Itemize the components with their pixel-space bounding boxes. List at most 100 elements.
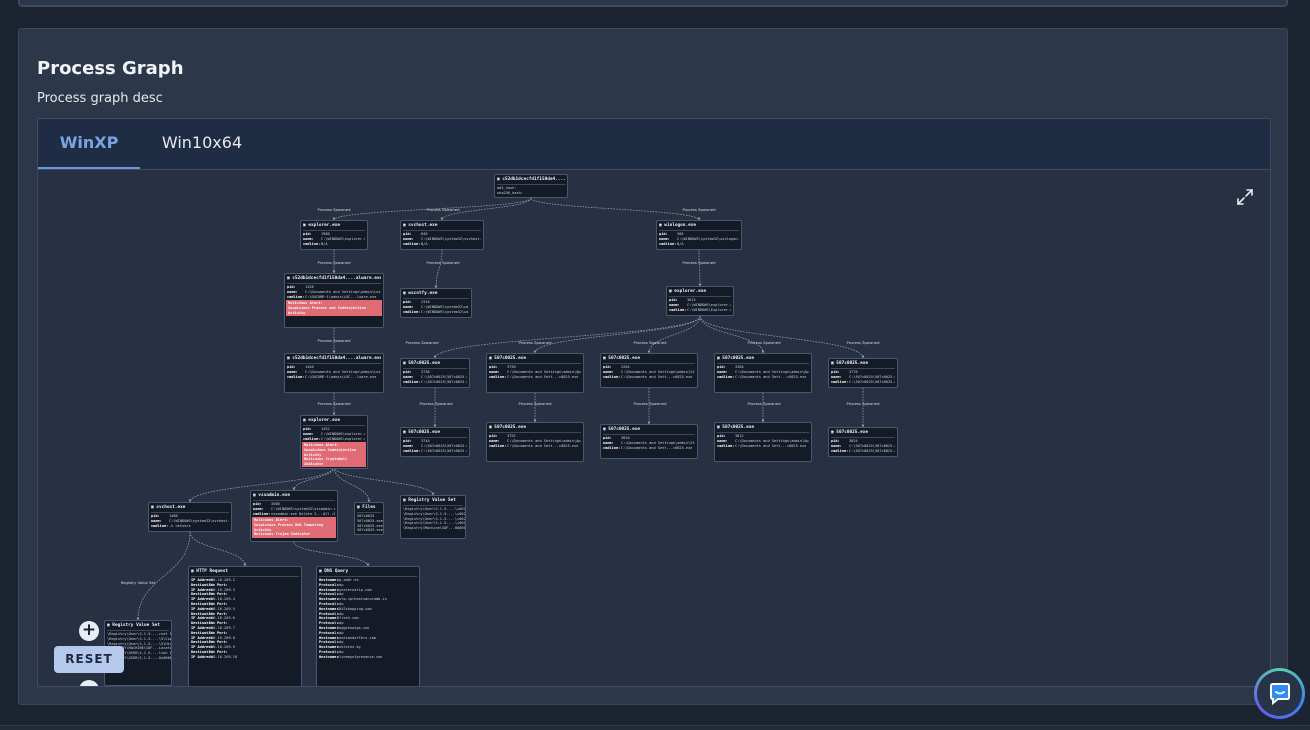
node-title-text: svchost.exe [156, 505, 186, 510]
graph-node-exp3[interactable]: ▣ explorer.exe pid: 1452 name: C:\WINDOWS\ex… [300, 415, 368, 470]
node-row-value: C:\507c0025\507c0025.exe [421, 379, 467, 384]
node-title: ▣ 507c0025.exe [717, 424, 809, 433]
graph-node-p3b[interactable]: ▣ 507c0025.exe pid: 3820 name: C:\Documents … [600, 424, 698, 459]
node-row: cmdline:C:\507c0025\507c0025.exe [403, 449, 467, 454]
alert-line: Suspicious Process DNA Tampering Activit… [254, 522, 324, 532]
node-title-text: winlogon.exe [664, 223, 697, 228]
node-title: ▣ svchost.exe [403, 222, 481, 231]
graph-canvas[interactable]: Process Spawned Process Spawned Process … [37, 169, 1271, 687]
graph-node-files[interactable]: ▣ Files 507c0025 507c0025.exe 507c0025.exe 5… [354, 502, 384, 536]
node-title-text: 507c0025.exe [836, 361, 869, 366]
node-title-text: c52db1dcecfd1f150da4....alware.exe [292, 276, 381, 281]
node-title-text: 507c0025.exe [494, 425, 527, 430]
node-row: cmdline:C:\WINDOWS\explorer.exe [303, 437, 365, 442]
graph-node-regset1[interactable]: ▣ Registry Value Set \Registry\User\S-1-5… [400, 495, 466, 539]
node-title: ▣ svchost.exe [151, 504, 229, 513]
node-row-value: C:\Documents and Sett...c0025.exe [621, 374, 693, 379]
previous-section-card [18, 0, 1288, 7]
node-row-value: C:\Documents and Sett...c0025.exe [735, 374, 807, 379]
node-row-value: alchemyofpresence.com [337, 654, 383, 659]
graph-node-p5b[interactable]: ▣ 507c0025.exe pid: 3824 name: C:\507c0025\5… [828, 427, 898, 457]
node-title-text: wscntfy.exe [408, 291, 438, 296]
edge-label: Process Spawned [317, 260, 351, 265]
node-row: cmdline:vssadmin.exe Delete S...All /Qui… [253, 512, 335, 517]
node-row-key: cmdline: [659, 241, 677, 246]
node-title-text: Registry Value Set [408, 498, 456, 503]
graph-node-p2b[interactable]: ▣ 507c0025.exe pid: 3792 name: C:\Documents … [486, 422, 584, 462]
node-title: ▣ Files [357, 504, 381, 513]
malicious-alert: Malicious Alert: Suspicious Process and C… [286, 300, 382, 317]
malicious-alert: Malicious Alert: Suspicious Codeinjection… [302, 442, 366, 468]
graph-edge [292, 466, 335, 491]
graph-node-exp1[interactable]: ▣ explorer.exe pid: 1988 name: C:\WINDOWS\ex… [300, 220, 368, 250]
graph-node-p1b[interactable]: ▣ 507c0025.exe pid: 3744 name: C:\507c0025\5… [400, 427, 470, 457]
node-title-text: 507c0025.exe [408, 430, 441, 435]
node-row-key: cmdline: [403, 309, 421, 314]
node-row: cmdline:C:\507c0025\507c0025.exe [831, 449, 895, 454]
chat-icon[interactable] [1254, 668, 1305, 719]
tab-winxp[interactable]: WinXP [38, 119, 140, 170]
node-row-value: C:\WINDOWS\system32\winlogon.exe [677, 236, 739, 241]
graph-node-wscntfy[interactable]: ▣ wscntfy.exe pid: 2316 name: C:\WINDOWS\sys… [400, 288, 472, 318]
edge-label: Process Spawned [846, 401, 880, 406]
node-row: cmdline: -k netsvcs [151, 524, 229, 529]
node-row-value: N/A [421, 241, 428, 246]
node-title: ▣ explorer.exe [669, 288, 731, 297]
graph-node-mal1[interactable]: ▣ c52db1dcecfd1f150da4....alware.exe pid:… [284, 273, 384, 328]
node-title-text: 507c0025.exe [408, 361, 441, 366]
alert-line: Suspicious Codeinjection Activity [304, 447, 356, 457]
graph-node-vssadmin[interactable]: ▣ vssadmin.exe pid: 3508 name: C:\WINDOWS\sy… [250, 490, 338, 542]
node-title: ▣ vssadmin.exe [253, 492, 335, 501]
graph-node-svc2[interactable]: ▣ svchost.exe pid: 1488 name: C:\WINDOWS\sys… [148, 502, 232, 532]
node-title: ▣ 507c0025.exe [717, 355, 809, 364]
graph-node-wl[interactable]: ▣ winlogon.exe pid: 508 name: C:\WINDOWS\sys… [656, 220, 742, 250]
node-title: ▣ 507c0025.exe [489, 424, 581, 433]
graph-edge [698, 249, 702, 287]
node-title-text: 507c0025.exe [608, 356, 641, 361]
edge-label: Process Spawned [633, 401, 667, 406]
edge-label: Process Spawned [747, 340, 781, 345]
graph-node-p2a[interactable]: ▣ 507c0025.exe pid: 3756 name: C:\Documents … [486, 353, 584, 393]
expand-icon[interactable] [1236, 188, 1254, 206]
graph-node-p4b[interactable]: ▣ 507c0025.exe pid: 3812 name: C:\Documents … [714, 422, 812, 462]
graph-node-dns[interactable]: ▣ DNS Query Hostname: ip-addr.es Protocol: u… [316, 566, 420, 686]
graph-edge [647, 315, 701, 354]
graph-node-exp2[interactable]: ▣ explorer.exe pid: 3612 name: C:\WINDOWS\ex… [666, 286, 734, 316]
node-title: ▣ winlogon.exe [659, 222, 739, 231]
graph-node-svc1[interactable]: ▣ svchost.exe pid: 840 name: C:\WINDOWS\syst… [400, 220, 484, 250]
node-title: ▣ 507c0025.exe [403, 360, 467, 369]
node-title-text: 507c0025.exe [608, 427, 641, 432]
graph-node-p4a[interactable]: ▣ 507c0025.exe pid: 3384 name: C:\Documents … [714, 353, 812, 393]
edge-label: Process Spawned [317, 401, 351, 406]
edge-label: Process Spawned [682, 260, 716, 265]
node-title: ▣ Registry Value Set [107, 622, 169, 631]
graph-node-root[interactable]: ▣ c52db1dcecfd1f150da4....re.malwaremd5_… [494, 174, 568, 198]
zoom-in-button[interactable]: + [79, 621, 99, 641]
edge-label: Process Spawned [419, 401, 453, 406]
node-title: ▣ 507c0025.exe [403, 429, 467, 438]
graph-node-p3a[interactable]: ▣ 507c0025.exe pid: 2264 name: C:\Documents … [600, 353, 698, 388]
node-title-text: svchost.exe [408, 223, 438, 228]
graph-node-mal2[interactable]: ▣ c52db1dcecfd1f150da4....alware.exe pid:… [284, 353, 384, 393]
edge-label: Process Spawned [518, 401, 552, 406]
graph-node-p5a[interactable]: ▣ 507c0025.exe pid: 3776 name: C:\507c0025\5… [828, 358, 898, 388]
node-row: sha256_hash: [497, 191, 565, 196]
node-row-key: Hostname: [319, 654, 339, 659]
node-title: ▣ 507c0025.exe [603, 426, 695, 435]
node-row: Hostname: alchemyofpresence.com [319, 655, 417, 660]
node-row: cmdline: N/A [403, 242, 481, 247]
node-row-value: N/A [321, 241, 328, 246]
node-title: ▣ 507c0025.exe [831, 360, 895, 369]
panel-title: Process Graph [37, 58, 184, 79]
node-title-text: Registry Value Set [112, 623, 160, 628]
node-row-value: C:\DOCUME~1\admin\LOC...lware.exe [305, 374, 377, 379]
node-row-key: cmdline: [403, 379, 421, 384]
node-title-text: explorer.exe [308, 223, 341, 228]
tab-win10x64[interactable]: Win10x64 [150, 119, 254, 170]
graph-node-p1a[interactable]: ▣ 507c0025.exe pid: 3736 name: C:\507c0025\5… [400, 358, 470, 388]
node-title: ▣ c52db1dcecfd1f150da4....alware.exe [287, 275, 381, 284]
reset-button[interactable]: RESET [54, 646, 124, 673]
graph-edge [333, 466, 435, 496]
graph-node-http[interactable]: ▣ HTTP Request IP Address: 195.16.209.2 Des… [188, 566, 302, 686]
node-row-key: cmdline: [287, 374, 305, 379]
